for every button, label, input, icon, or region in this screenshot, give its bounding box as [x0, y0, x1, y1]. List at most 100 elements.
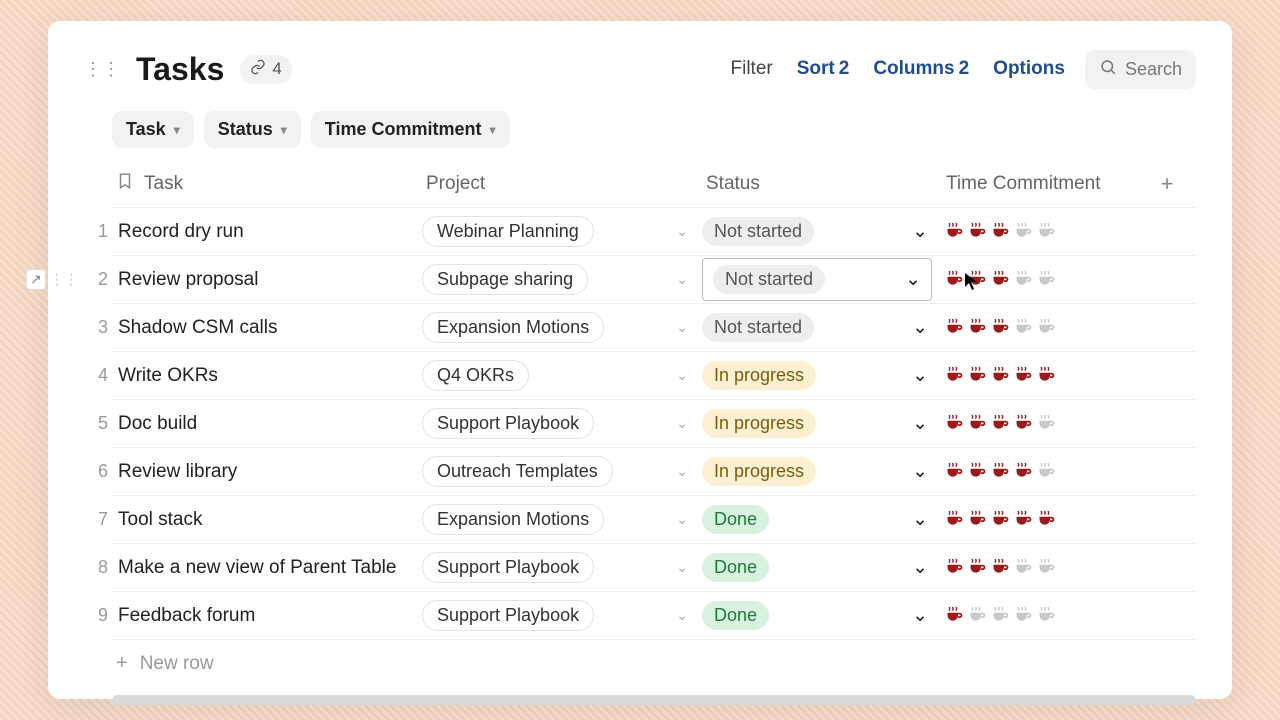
task-cell[interactable]: Doc build	[112, 403, 422, 445]
project-cell[interactable]: Q4 OKRs ⌄	[422, 360, 702, 391]
coffee-icon	[1036, 556, 1057, 580]
add-column-button[interactable]: +	[1152, 171, 1182, 197]
app-window: ⋮⋮ Tasks 4 Filter Sort2 Columns2 Options…	[48, 21, 1232, 699]
columns-button[interactable]: Columns2	[869, 52, 973, 86]
time-commitment-cell[interactable]	[942, 258, 1152, 302]
chevron-down-icon[interactable]: ⌄	[912, 604, 928, 627]
project-cell[interactable]: Support Playbook ⌄	[422, 600, 702, 631]
project-pill[interactable]: Support Playbook	[422, 600, 594, 631]
coffee-icon	[990, 364, 1011, 388]
table-row[interactable]: ↗ ⋮⋮ 4 Write OKRs Q4 OKRs ⌄ In progress …	[112, 352, 1196, 400]
project-cell[interactable]: Outreach Templates ⌄	[422, 456, 702, 487]
table-row[interactable]: ↗ ⋮⋮ 9 Feedback forum Support Playbook ⌄…	[112, 592, 1196, 640]
expand-row-button[interactable]: ↗	[26, 269, 46, 290]
status-cell[interactable]: In progress ⌄	[702, 361, 942, 390]
chevron-down-icon[interactable]: ⌄	[912, 364, 928, 387]
col-header-task[interactable]: Task	[112, 163, 422, 205]
chevron-down-icon[interactable]: ⌄	[912, 220, 928, 243]
col-header-status[interactable]: Status	[702, 165, 942, 203]
table-row[interactable]: ↗ ⋮⋮ 5 Doc build Support Playbook ⌄ In p…	[112, 400, 1196, 448]
task-cell[interactable]: Make a new view of Parent Table	[112, 547, 422, 589]
chevron-down-icon[interactable]: ⌄	[912, 316, 928, 339]
group-chip-time[interactable]: Time Commitment▾	[311, 111, 510, 148]
group-chip-task[interactable]: Task▾	[112, 111, 194, 148]
time-commitment-cell[interactable]	[942, 402, 1152, 446]
project-pill[interactable]: Expansion Motions	[422, 312, 604, 343]
task-cell[interactable]: Record dry run	[112, 211, 422, 253]
task-cell[interactable]: Tool stack	[112, 499, 422, 541]
project-cell[interactable]: Support Playbook ⌄	[422, 408, 702, 439]
project-cell[interactable]: Support Playbook ⌄	[422, 552, 702, 583]
project-pill[interactable]: Subpage sharing	[422, 264, 588, 295]
group-chip-status[interactable]: Status▾	[204, 111, 301, 148]
project-pill[interactable]: Q4 OKRs	[422, 360, 529, 391]
chevron-down-icon[interactable]: ⌄	[912, 460, 928, 483]
table-row[interactable]: ↗ ⋮⋮ 6 Review library Outreach Templates…	[112, 448, 1196, 496]
project-pill[interactable]: Outreach Templates	[422, 456, 613, 487]
chevron-down-icon[interactable]: ⌄	[676, 511, 688, 528]
table-row[interactable]: ↗ ⋮⋮ 7 Tool stack Expansion Motions ⌄ Do…	[112, 496, 1196, 544]
chevron-down-icon[interactable]: ⌄	[676, 367, 688, 384]
time-commitment-cell[interactable]	[942, 546, 1152, 590]
table-row[interactable]: ↗ ⋮⋮ 8 Make a new view of Parent Table S…	[112, 544, 1196, 592]
project-cell[interactable]: Webinar Planning ⌄	[422, 216, 702, 247]
chevron-down-icon[interactable]: ⌄	[676, 607, 688, 624]
chevron-down-icon[interactable]: ⌄	[905, 268, 921, 291]
col-header-time[interactable]: Time Commitment	[942, 165, 1152, 203]
col-header-project[interactable]: Project	[422, 165, 702, 203]
chevron-down-icon[interactable]: ⌄	[676, 415, 688, 432]
coffee-icon	[1013, 604, 1034, 628]
project-pill[interactable]: Webinar Planning	[422, 216, 594, 247]
project-cell[interactable]: Expansion Motions ⌄	[422, 312, 702, 343]
time-commitment-cell[interactable]	[942, 450, 1152, 494]
chevron-down-icon[interactable]: ⌄	[912, 556, 928, 579]
time-commitment-cell[interactable]	[942, 594, 1152, 638]
coffee-icon	[1036, 412, 1057, 436]
task-cell[interactable]: Shadow CSM calls	[112, 307, 422, 349]
chevron-down-icon[interactable]: ⌄	[676, 319, 688, 336]
chevron-down-icon[interactable]: ⌄	[676, 223, 688, 240]
status-cell[interactable]: Done ⌄	[702, 601, 942, 630]
project-pill[interactable]: Expansion Motions	[422, 504, 604, 535]
status-cell[interactable]: Done ⌄	[702, 553, 942, 582]
chevron-down-icon[interactable]: ⌄	[912, 412, 928, 435]
time-commitment-cell[interactable]	[942, 306, 1152, 350]
status-cell[interactable]: Done ⌄	[702, 505, 942, 534]
chevron-down-icon[interactable]: ⌄	[676, 271, 688, 288]
table-row[interactable]: ↗ ⋮⋮ 3 Shadow CSM calls Expansion Motion…	[112, 304, 1196, 352]
project-cell[interactable]: Expansion Motions ⌄	[422, 504, 702, 535]
coffee-icon	[944, 604, 965, 628]
time-commitment-cell[interactable]	[942, 498, 1152, 542]
task-cell[interactable]: Review proposal	[112, 259, 422, 301]
chevron-down-icon[interactable]: ⌄	[676, 463, 688, 480]
topbar: ⋮⋮ Tasks 4 Filter Sort2 Columns2 Options…	[84, 45, 1196, 93]
drag-handle-icon[interactable]: ⋮⋮	[84, 60, 120, 78]
table-row[interactable]: ↗ ⋮⋮ 2 Review proposal Subpage sharing ⌄…	[112, 256, 1196, 304]
status-cell[interactable]: In progress ⌄	[702, 409, 942, 438]
project-cell[interactable]: Subpage sharing ⌄	[422, 264, 702, 295]
status-cell[interactable]: Not started ⌄	[702, 217, 942, 246]
project-pill[interactable]: Support Playbook	[422, 408, 594, 439]
coffee-icon	[990, 268, 1011, 292]
status-cell[interactable]: Not started ⌄	[702, 313, 942, 342]
linked-records-button[interactable]: 4	[240, 55, 291, 84]
project-pill[interactable]: Support Playbook	[422, 552, 594, 583]
drag-handle-icon[interactable]: ⋮⋮	[50, 271, 78, 288]
status-cell[interactable]: Not started ⌄	[702, 258, 932, 301]
chevron-down-icon[interactable]: ⌄	[676, 559, 688, 576]
time-commitment-cell[interactable]	[942, 210, 1152, 254]
new-row-button[interactable]: + New row	[112, 640, 1196, 687]
table-row[interactable]: ↗ ⋮⋮ 1 Record dry run Webinar Planning ⌄…	[112, 208, 1196, 256]
horizontal-scrollbar[interactable]	[112, 695, 1196, 705]
task-cell[interactable]: Feedback forum	[112, 595, 422, 637]
task-cell[interactable]: Review library	[112, 451, 422, 493]
search-button[interactable]: Search	[1085, 50, 1196, 89]
status-cell[interactable]: In progress ⌄	[702, 457, 942, 486]
sort-button[interactable]: Sort2	[793, 52, 854, 86]
task-cell[interactable]: Write OKRs	[112, 355, 422, 397]
filter-button[interactable]: Filter	[727, 52, 777, 86]
time-commitment-cell[interactable]	[942, 354, 1152, 398]
coffee-icon	[967, 220, 988, 244]
options-button[interactable]: Options	[989, 52, 1069, 86]
chevron-down-icon[interactable]: ⌄	[912, 508, 928, 531]
